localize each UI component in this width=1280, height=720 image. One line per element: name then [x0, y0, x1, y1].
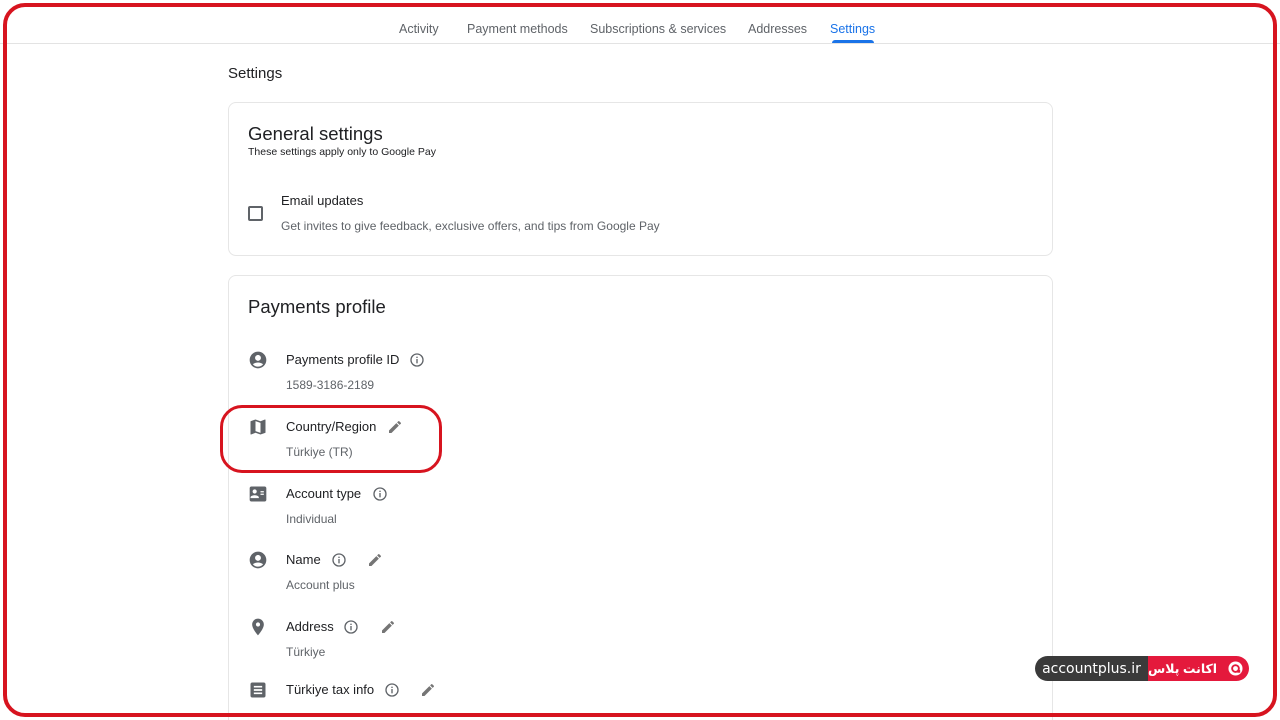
- edit-pencil-icon[interactable]: [420, 682, 436, 698]
- info-icon[interactable]: [372, 486, 388, 502]
- payments-profile-card: Payments profile Payments profile ID 158…: [228, 275, 1053, 720]
- page-title: Settings: [228, 65, 283, 82]
- tab-payment-methods[interactable]: Payment methods: [467, 22, 568, 36]
- address-value: Türkiye: [286, 645, 326, 659]
- tab-subscriptions-services[interactable]: Subscriptions & services: [590, 22, 726, 36]
- email-updates-title[interactable]: Email updates: [281, 193, 363, 208]
- watermark-brand: اکانت پلاس: [1148, 656, 1249, 681]
- account-type-row: Account type Individual: [229, 484, 1049, 540]
- tab-activity[interactable]: Activity: [399, 22, 439, 36]
- account-circle-icon: [249, 351, 267, 369]
- info-icon[interactable]: [343, 619, 359, 635]
- general-settings-title: General settings: [248, 123, 383, 144]
- address-label: Address: [286, 619, 334, 634]
- address-row: Address Türkiye: [229, 617, 1049, 673]
- info-icon[interactable]: [331, 552, 347, 568]
- tax-info-label: Türkiye tax info: [286, 682, 375, 697]
- payments-profile-id-value: 1589-3186-2189: [286, 378, 375, 392]
- watermark-domain: accountplus.ir: [1035, 656, 1148, 681]
- payments-profile-id-label: Payments profile ID: [286, 352, 400, 367]
- document-icon: [250, 682, 266, 698]
- account-type-label: Account type: [286, 486, 362, 501]
- payments-profile-id-row: Payments profile ID 1589-3186-2189: [229, 350, 1049, 406]
- tab-settings[interactable]: Settings: [830, 22, 875, 36]
- location-pin-icon: [252, 618, 264, 636]
- watermark-brand-text: اکانت پلاس: [1148, 662, 1218, 676]
- email-updates-checkbox[interactable]: [248, 206, 263, 221]
- info-icon[interactable]: [384, 682, 400, 698]
- country-region-highlight: [220, 405, 442, 473]
- email-updates-description: Get invites to give feedback, exclusive …: [281, 219, 660, 233]
- active-tab-indicator: [832, 40, 874, 43]
- payments-profile-title: Payments profile: [248, 296, 386, 317]
- accountplus-logo-icon: [1228, 661, 1243, 676]
- info-icon[interactable]: [409, 352, 425, 368]
- general-settings-card: General settings These settings apply on…: [228, 102, 1053, 256]
- name-row: Name Account plus: [229, 550, 1049, 606]
- accountplus-watermark: accountplus.ir اکانت پلاس: [1035, 656, 1249, 681]
- account-type-value: Individual: [286, 512, 337, 526]
- tab-addresses[interactable]: Addresses: [748, 22, 807, 36]
- edit-pencil-icon[interactable]: [380, 619, 396, 635]
- general-settings-subtitle: These settings apply only to Google Pay: [248, 146, 436, 158]
- tax-info-row: Türkiye tax info: [229, 680, 1049, 720]
- name-label: Name: [286, 552, 321, 567]
- name-value: Account plus: [286, 578, 355, 592]
- top-navigation: Activity Payment methods Subscriptions &…: [0, 0, 1280, 44]
- edit-pencil-icon[interactable]: [367, 552, 383, 568]
- contact-card-icon: [249, 486, 267, 502]
- account-circle-icon: [249, 551, 267, 569]
